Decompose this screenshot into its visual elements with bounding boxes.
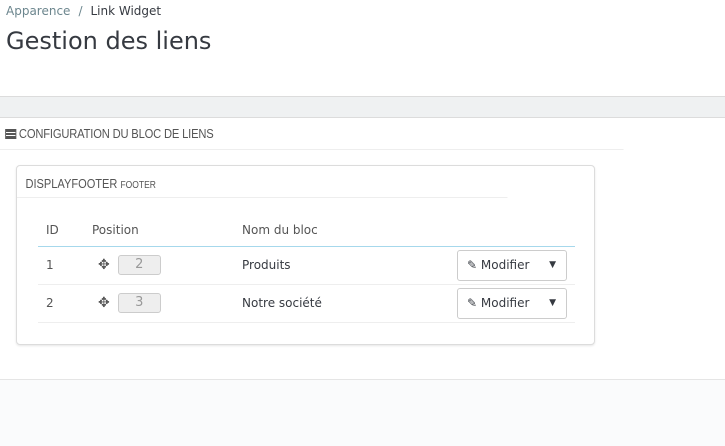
toolbar-bar [0, 96, 725, 118]
caret-down-icon[interactable]: ▼ [549, 298, 556, 308]
table-row: 1 ✥ 2 Produits ✎ Modifier ▼ [38, 246, 575, 285]
section-header: CONFIGURATION DU BLOC DE LIENS [0, 118, 624, 150]
row-id: 1 [38, 246, 84, 285]
hook-sub: FOOTER [120, 180, 156, 191]
table-row: 2 ✥ 3 Notre société ✎ Modifier ▼ [38, 284, 575, 323]
move-icon[interactable]: ✥ [98, 295, 110, 311]
panel-header: DISPLAYFOOTER FOOTER [17, 166, 508, 198]
hook-name: DISPLAYFOOTER [25, 176, 118, 191]
caret-down-icon[interactable]: ▼ [549, 260, 556, 270]
row-name: Produits [234, 246, 375, 285]
row-id: 2 [38, 284, 84, 323]
hook-panel: DISPLAYFOOTER FOOTER ID Position Nom du … [16, 165, 595, 345]
list-icon [5, 128, 17, 139]
page-header: Apparence / Link Widget Gestion des liens [0, 0, 725, 96]
col-name: Nom du bloc [234, 214, 375, 247]
edit-icon: ✎ [467, 296, 478, 310]
col-id: ID [38, 214, 84, 247]
row-name: Notre société [234, 284, 375, 323]
position-value: 2 [117, 255, 161, 275]
modify-button[interactable]: ✎ Modifier ▼ [457, 249, 567, 281]
breadcrumb: Apparence / Link Widget [6, 4, 161, 18]
edit-icon: ✎ [467, 258, 478, 272]
blocks-table: ID Position Nom du bloc 1 ✥ 2 Produits ✎ … [38, 214, 575, 323]
move-icon[interactable]: ✥ [98, 257, 110, 273]
position-value: 3 [117, 293, 161, 313]
col-position: Position [84, 214, 234, 247]
modify-button[interactable]: ✎ Modifier ▼ [457, 287, 567, 319]
config-section: CONFIGURATION DU BLOC DE LIENS DISPLAYFO… [0, 118, 725, 380]
breadcrumb-separator: / [78, 4, 83, 18]
page-title: Gestion des liens [6, 27, 212, 55]
breadcrumb-parent[interactable]: Apparence [6, 4, 70, 18]
section-title: CONFIGURATION DU BLOC DE LIENS [18, 126, 214, 141]
breadcrumb-current: Link Widget [90, 4, 162, 18]
